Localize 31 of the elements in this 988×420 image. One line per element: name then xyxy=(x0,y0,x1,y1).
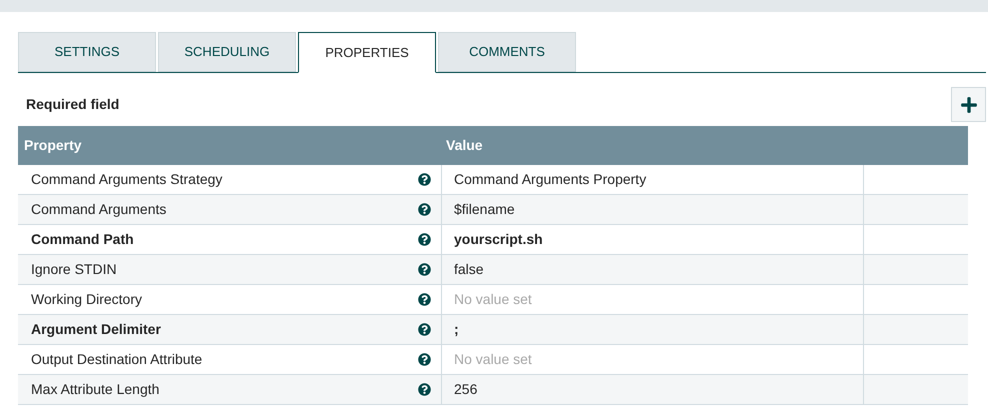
help-icon[interactable] xyxy=(418,263,431,276)
help-icon[interactable] xyxy=(418,383,431,396)
column-header: Value xyxy=(445,136,483,155)
tab[interactable]: SCHEDULING xyxy=(158,32,296,72)
property-name: Command Arguments Strategy xyxy=(31,170,222,189)
column-header: Property xyxy=(23,136,83,155)
property-name: Output Destination Attribute xyxy=(31,350,202,369)
property-value[interactable]: 256 xyxy=(454,379,478,400)
required-field-label: Required field xyxy=(26,95,120,114)
property-name: Max Attribute Length xyxy=(31,380,160,399)
property-name: Working Directory xyxy=(31,290,142,309)
help-icon[interactable] xyxy=(418,323,431,336)
add-property-button[interactable] xyxy=(951,87,986,122)
property-value[interactable]: ; xyxy=(454,319,459,340)
help-icon[interactable] xyxy=(418,173,431,186)
plus-icon xyxy=(960,96,978,114)
help-icon[interactable] xyxy=(418,353,431,366)
tab[interactable]: COMMENTS xyxy=(438,32,576,72)
property-name: Ignore STDIN xyxy=(31,260,117,279)
help-icon[interactable] xyxy=(418,203,431,216)
tab[interactable]: PROPERTIES xyxy=(298,32,436,73)
property-name: Command Arguments xyxy=(31,200,166,219)
property-value[interactable]: yourscript.sh xyxy=(454,229,543,250)
property-value[interactable]: $filename xyxy=(454,199,515,220)
help-icon[interactable] xyxy=(418,293,431,306)
property-value[interactable]: Command Arguments Property xyxy=(454,169,646,190)
help-icon[interactable] xyxy=(418,233,431,246)
tab[interactable]: SETTINGS xyxy=(18,32,156,72)
property-name: Argument Delimiter xyxy=(31,320,161,339)
property-value[interactable]: false xyxy=(454,259,484,280)
property-name: Command Path xyxy=(31,230,134,249)
